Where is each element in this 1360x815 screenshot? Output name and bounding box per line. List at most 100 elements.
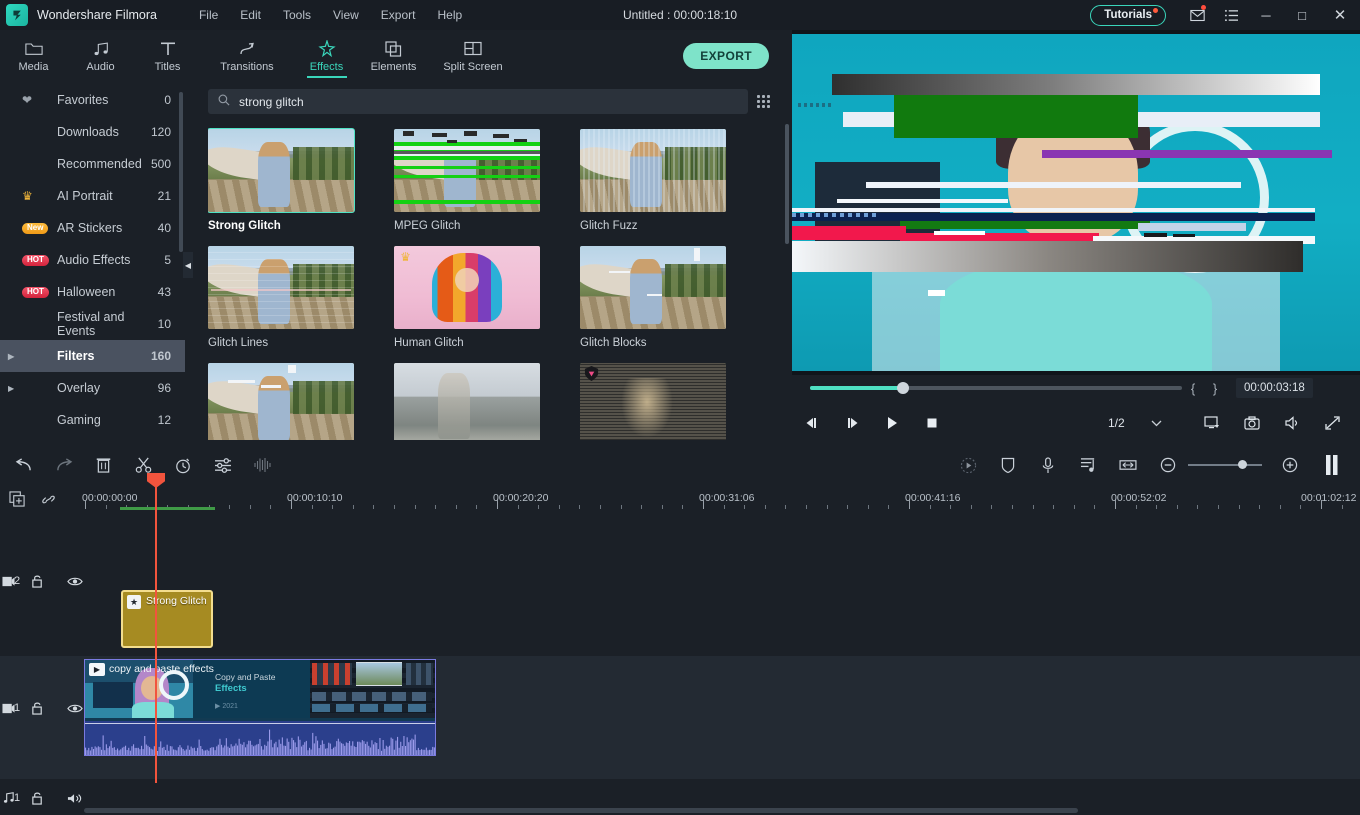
- prev-frame-button[interactable]: [792, 405, 832, 440]
- mark-out-button[interactable]: }: [1204, 381, 1226, 396]
- preview-progress-slider[interactable]: [810, 386, 1182, 390]
- playhead[interactable]: [155, 483, 157, 783]
- snapshot-camera-icon[interactable]: [1232, 405, 1272, 440]
- display-settings-icon[interactable]: [1192, 405, 1232, 440]
- menu-file[interactable]: File: [199, 8, 218, 22]
- render-bar-icon[interactable]: [1312, 447, 1352, 483]
- menu-help[interactable]: Help: [437, 8, 462, 22]
- marker-shield-icon[interactable]: [988, 447, 1028, 483]
- list-menu-icon[interactable]: [1214, 0, 1248, 30]
- search-box[interactable]: [208, 89, 748, 114]
- clip-audio-volume-line[interactable]: [85, 723, 435, 724]
- unlocked-icon[interactable]: [28, 574, 46, 588]
- next-frame-button[interactable]: [832, 405, 872, 440]
- ruler-ticks[interactable]: 00:00:00:00 00:00:10:10 00:00:20:20 00:0…: [60, 483, 1360, 515]
- volume-icon[interactable]: [1272, 405, 1312, 440]
- tab-effects[interactable]: Effects: [293, 30, 360, 82]
- effect-card-row3-3[interactable]: [580, 356, 740, 440]
- tab-split-screen[interactable]: Split Screen: [427, 30, 519, 82]
- zoom-slider-knob[interactable]: [1238, 460, 1247, 469]
- tab-media[interactable]: Media: [0, 30, 67, 82]
- undo-icon[interactable]: [4, 447, 44, 483]
- sidebar-item-festival-and-events[interactable]: Festival and Events 10: [0, 308, 185, 340]
- effects-category-sidebar[interactable]: ❤ Favorites 0 Downloads 120 Recommended …: [0, 84, 185, 440]
- unlocked-icon[interactable]: [28, 791, 46, 805]
- close-button[interactable]: ✕: [1320, 0, 1360, 30]
- ruler-tick: [1156, 505, 1157, 509]
- sidebar-scrollbar[interactable]: [179, 92, 183, 252]
- video-track-1-header[interactable]: 1: [0, 695, 84, 721]
- audio-waveform-icon[interactable]: [243, 447, 283, 483]
- play-button[interactable]: [872, 405, 912, 440]
- zoom-out-icon[interactable]: [1148, 447, 1188, 483]
- mark-in-button[interactable]: {: [1182, 381, 1204, 396]
- tab-audio[interactable]: Audio: [67, 30, 134, 82]
- effect-card-mpeg-glitch[interactable]: MPEG Glitch: [394, 122, 554, 239]
- ruler-tick: [682, 505, 683, 509]
- tab-titles[interactable]: Titles: [134, 30, 201, 82]
- export-button[interactable]: EXPORT: [683, 43, 769, 69]
- timeline-horizontal-scrollbar[interactable]: [84, 808, 1078, 813]
- keyframe-icon[interactable]: [948, 447, 988, 483]
- eye-visible-icon[interactable]: [66, 576, 84, 587]
- preview-video[interactable]: [792, 34, 1360, 371]
- playlist-icon[interactable]: [1068, 447, 1108, 483]
- menu-edit[interactable]: Edit: [240, 8, 261, 22]
- timeline-tracks[interactable]: 2 1 1: [0, 515, 1360, 815]
- effect-card-row3-1[interactable]: [208, 356, 368, 440]
- minimize-button[interactable]: ─: [1248, 0, 1284, 30]
- sidebar-item-halloween[interactable]: HOT Halloween 43: [0, 276, 185, 308]
- mail-icon[interactable]: [1180, 0, 1214, 30]
- playback-quality-selector[interactable]: 1/2: [1108, 416, 1162, 430]
- effect-card-row3-2[interactable]: [394, 356, 554, 440]
- stop-button[interactable]: [912, 405, 952, 440]
- effect-card-human-glitch[interactable]: ♛ Human Glitch: [394, 239, 554, 356]
- eye-visible-icon[interactable]: [66, 703, 84, 714]
- effect-card-glitch-fuzz[interactable]: Glitch Fuzz: [580, 122, 740, 239]
- unlocked-icon[interactable]: [28, 701, 46, 715]
- delete-icon[interactable]: [83, 447, 123, 483]
- color-settings-icon[interactable]: [203, 447, 243, 483]
- fit-timeline-icon[interactable]: [1108, 447, 1148, 483]
- video-track-2-header[interactable]: 2: [0, 568, 84, 594]
- effects-grid-scrollbar[interactable]: [785, 124, 789, 244]
- effect-card-glitch-lines[interactable]: Glitch Lines: [208, 239, 368, 356]
- maximize-button[interactable]: □: [1284, 0, 1320, 30]
- sidebar-item-gaming[interactable]: Gaming 12: [0, 404, 185, 436]
- tab-transitions[interactable]: Transitions: [201, 30, 293, 82]
- zoom-in-icon[interactable]: [1270, 447, 1310, 483]
- effect-card-strong-glitch[interactable]: Strong Glitch: [208, 122, 368, 239]
- voiceover-mic-icon[interactable]: [1028, 447, 1068, 483]
- redo-icon[interactable]: [43, 447, 83, 483]
- timeline-clip-strong-glitch[interactable]: ★ Strong Glitch: [121, 590, 213, 648]
- tab-elements[interactable]: Elements: [360, 30, 427, 82]
- menu-tools[interactable]: Tools: [283, 8, 311, 22]
- sidebar-item-downloads[interactable]: Downloads 120: [0, 116, 185, 148]
- progress-knob[interactable]: [897, 382, 909, 394]
- sidebar-item-overlay[interactable]: ▶ Overlay 96: [0, 372, 185, 404]
- collapse-left-icon[interactable]: ◀: [183, 252, 193, 278]
- tutorials-button[interactable]: Tutorials: [1090, 5, 1166, 26]
- sidebar-item-recommended[interactable]: Recommended 500: [0, 148, 185, 180]
- duration-clock-icon[interactable]: [163, 447, 203, 483]
- timeline-zoom-slider[interactable]: [1188, 464, 1262, 466]
- sidebar-item-ai-portrait[interactable]: ♛ AI Portrait 21: [0, 180, 185, 212]
- speaker-icon[interactable]: [66, 792, 84, 805]
- fullscreen-icon[interactable]: [1312, 405, 1352, 440]
- audio-track-1-header[interactable]: 1: [0, 785, 84, 811]
- menu-export[interactable]: Export: [381, 8, 416, 22]
- effect-card-glitch-blocks[interactable]: Glitch Blocks: [580, 239, 740, 356]
- sidebar-item-filters[interactable]: ▶ Filters 160: [0, 340, 185, 372]
- menu-view[interactable]: View: [333, 8, 359, 22]
- layers-icon: [385, 39, 403, 58]
- link-icon[interactable]: [33, 490, 63, 508]
- sidebar-item-audio-effects[interactable]: HOT Audio Effects 5: [0, 244, 185, 276]
- sidebar-item-favorites[interactable]: ❤ Favorites 0: [0, 84, 185, 116]
- grid-view-icon[interactable]: [748, 89, 778, 114]
- add-track-icon[interactable]: [2, 490, 32, 508]
- sidebar-item-ar-stickers[interactable]: New AR Stickers 40: [0, 212, 185, 244]
- search-input[interactable]: [239, 95, 738, 109]
- timeline-clip-video[interactable]: Copy and Paste Effects ▶ 2021 ▶ copy and…: [84, 659, 436, 756]
- effects-grid[interactable]: Strong Glitch: [208, 122, 778, 440]
- timeline-ruler[interactable]: 00:00:00:00 00:00:10:10 00:00:20:20 00:0…: [0, 483, 1360, 515]
